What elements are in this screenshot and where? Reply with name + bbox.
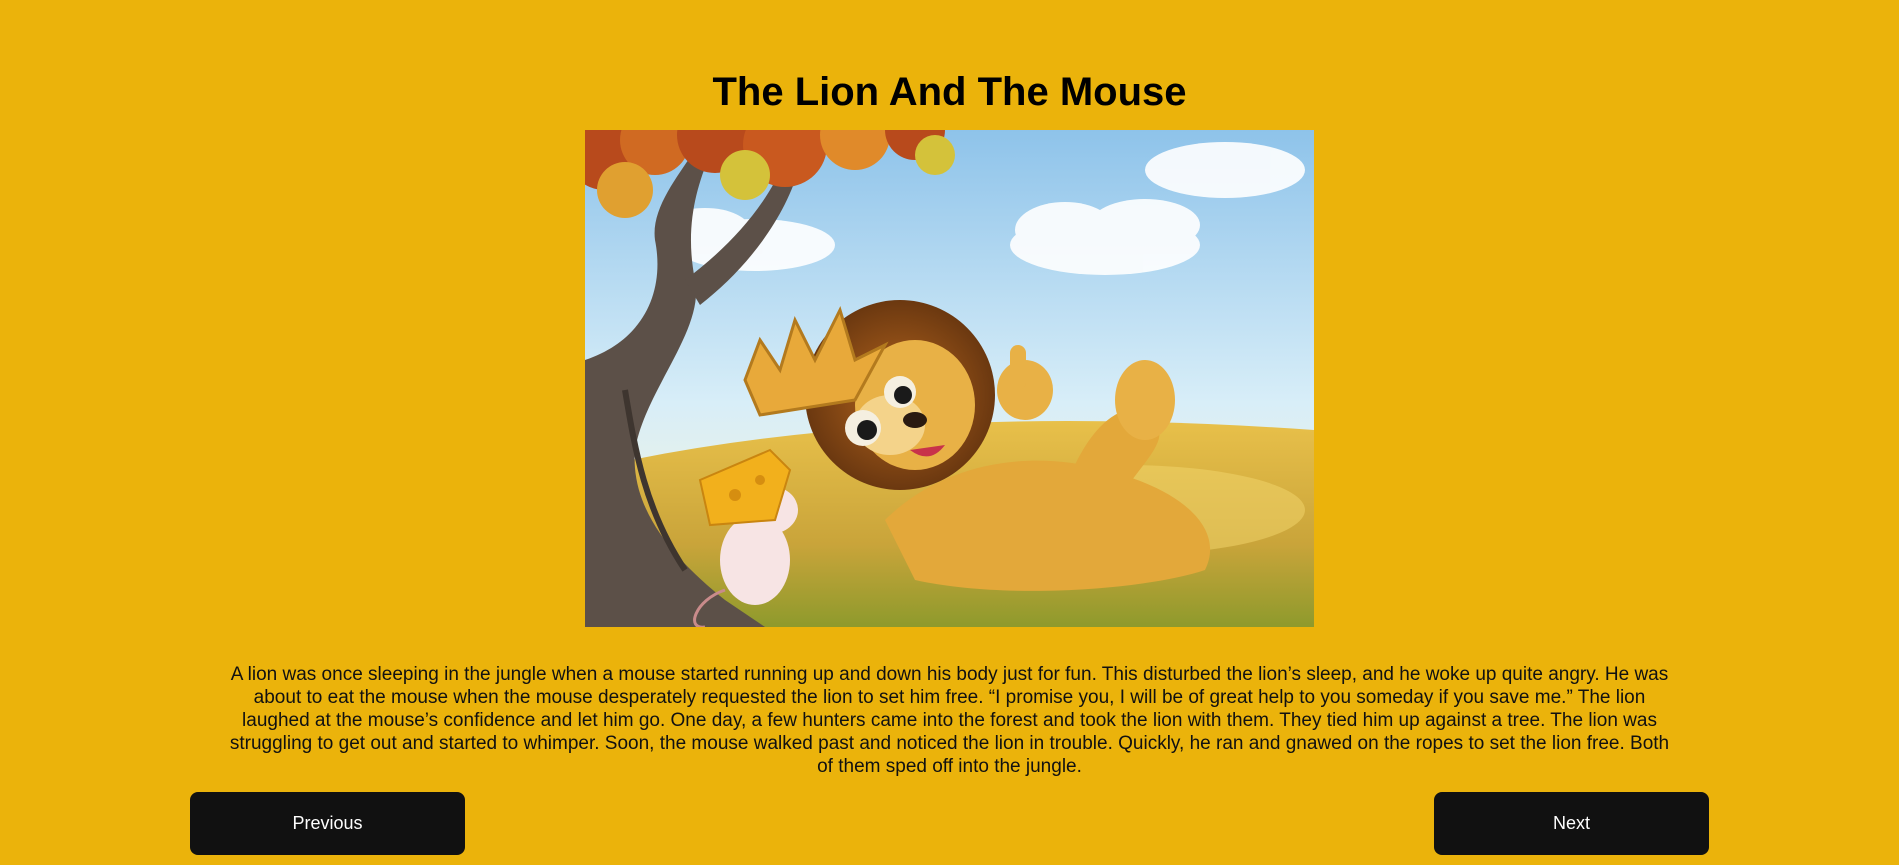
story-title: The Lion And The Mouse bbox=[712, 70, 1187, 114]
lion-and-mouse-illustration bbox=[585, 130, 1314, 627]
story-page: The Lion And The Mouse A lion was once s… bbox=[0, 0, 1899, 865]
story-text: A lion was once sleeping in the jungle w… bbox=[229, 664, 1670, 777]
next-button[interactable]: Next bbox=[1434, 792, 1709, 855]
story-illustration bbox=[585, 130, 1314, 627]
previous-button[interactable]: Previous bbox=[190, 792, 465, 855]
